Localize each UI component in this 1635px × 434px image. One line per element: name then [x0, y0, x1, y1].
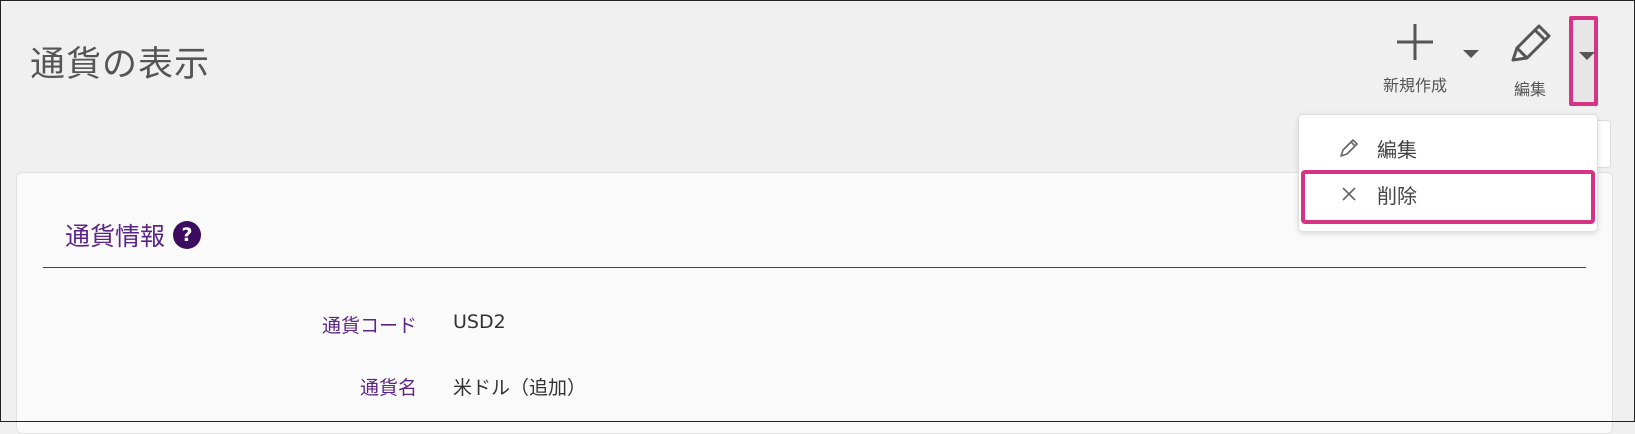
currency-name-value: 米ドル（追加）: [453, 377, 587, 399]
section-divider: [43, 267, 1586, 268]
edit-button[interactable]: 編集: [1490, 22, 1570, 100]
close-icon: [1337, 185, 1361, 203]
edit-button-label: 編集: [1513, 80, 1546, 99]
menu-item-delete-label: 削除: [1377, 183, 1417, 208]
section-header: 通貨情報 ?: [65, 217, 202, 253]
help-icon[interactable]: ?: [173, 221, 202, 249]
menu-item-edit[interactable]: 編集: [1299, 125, 1597, 171]
pencil-icon: [1337, 137, 1361, 159]
menu-item-delete[interactable]: 削除: [1299, 171, 1597, 217]
pencil-icon: [1507, 22, 1553, 70]
chevron-down-icon: [1579, 52, 1595, 60]
plus-icon: [1395, 22, 1435, 66]
section-title: 通貨情報: [65, 222, 166, 251]
actions-dropdown-menu: 編集 削除: [1298, 114, 1598, 232]
page-title: 通貨の表示: [30, 45, 211, 85]
new-button[interactable]: 新規作成: [1370, 22, 1460, 96]
menu-item-edit-label: 編集: [1377, 137, 1417, 162]
more-actions-button[interactable]: [1569, 16, 1598, 106]
currency-name-label: 通貨名: [359, 377, 417, 399]
new-dropdown-caret-icon[interactable]: [1463, 50, 1479, 58]
currency-code-value: USD2: [453, 311, 506, 333]
currency-code-label: 通貨コード: [321, 315, 417, 337]
new-button-label: 新規作成: [1382, 76, 1447, 95]
